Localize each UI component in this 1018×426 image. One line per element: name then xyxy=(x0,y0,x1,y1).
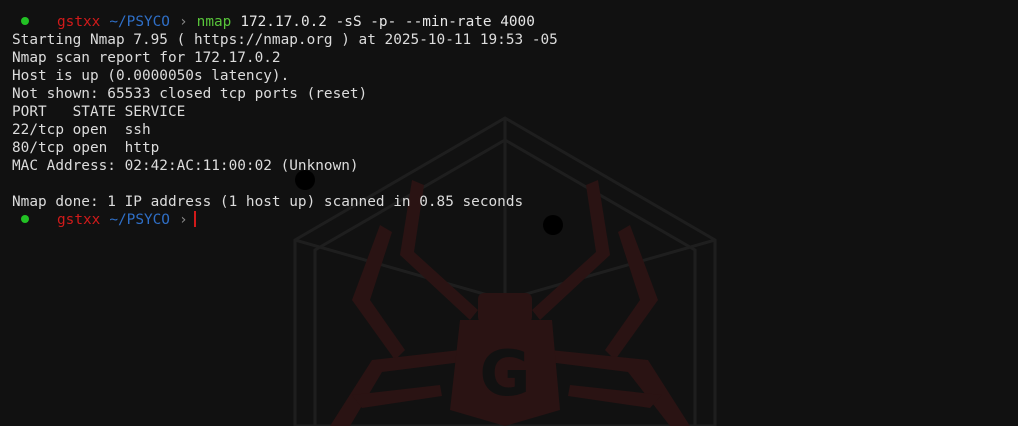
output-line: 80/tcp open http xyxy=(12,140,160,156)
terminal-window[interactable]: G gstxx ~/PSYCO › nmap 172.17.0.2 -sS -p- --… xyxy=(0,0,1018,426)
prompt-user: gstxx xyxy=(57,14,101,30)
command-program: nmap xyxy=(196,14,232,30)
output-line: 22/tcp open ssh xyxy=(12,122,151,138)
prompt-user: gstxx xyxy=(57,212,101,228)
prompt-chevron-icon: › xyxy=(178,212,188,228)
command-args: 172.17.0.2 -sS -p- --min-rate 4000 xyxy=(240,14,535,30)
output-line: PORT STATE SERVICE xyxy=(12,104,186,120)
output-line: Nmap scan report for 172.17.0.2 xyxy=(12,50,281,66)
output-line: Not shown: 65533 closed tcp ports (reset… xyxy=(12,86,368,102)
text-cursor[interactable] xyxy=(193,211,196,227)
svg-text:G: G xyxy=(480,337,531,410)
output-line: MAC Address: 02:42:AC:11:00:02 (Unknown) xyxy=(12,158,359,174)
output-line: Starting Nmap 7.95 ( https://nmap.org ) … xyxy=(12,32,558,48)
output-line: Nmap done: 1 IP address (1 host up) scan… xyxy=(12,194,524,210)
prompt-path: ~/PSYCO xyxy=(109,212,170,228)
command-prompt-line: gstxx ~/PSYCO › nmap 172.17.0.2 -sS -p- --mi… xyxy=(12,13,1018,31)
status-dot-icon xyxy=(21,17,29,25)
prompt-path: ~/PSYCO xyxy=(109,14,170,30)
output-line: Host is up (0.0000050s latency). xyxy=(12,68,290,84)
active-prompt-line[interactable]: gstxx ~/PSYCO › xyxy=(12,211,1018,229)
terminal-output: gstxx ~/PSYCO › nmap 172.17.0.2 -sS -p- --mi… xyxy=(12,13,1018,229)
prompt-chevron-icon: › xyxy=(178,14,188,30)
status-dot-icon xyxy=(21,215,29,223)
